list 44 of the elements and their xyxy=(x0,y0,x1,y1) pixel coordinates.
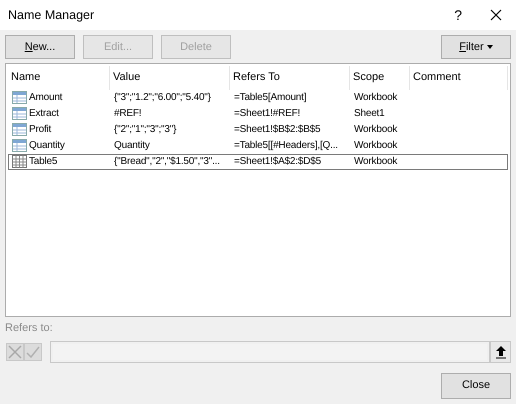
toolbar-button[interactable]: New... xyxy=(5,35,75,59)
name-cell-text: Amount xyxy=(29,91,62,105)
name-cell-text: Table5 xyxy=(29,155,58,169)
value-cell-text: {"2";"1";"3";"3"} xyxy=(113,123,178,137)
range-icon xyxy=(12,139,27,152)
filter-button[interactable]: Filter xyxy=(441,35,511,59)
collapse-button[interactable] xyxy=(490,340,511,362)
refers-to-cell-text: =Sheet1!#REF! xyxy=(233,107,302,121)
value-cell-text: Quantity xyxy=(113,139,151,153)
close-button[interactable]: Close xyxy=(441,372,511,398)
table-row[interactable]: Quantity Quantity =Table5[[#Headers],[Q... Workbook xyxy=(8,138,508,154)
value-cell-text: {"Bread","2","$1.50","3"... xyxy=(113,155,221,169)
help-button[interactable]: ? xyxy=(448,4,468,26)
column-header[interactable]: Name xyxy=(8,66,110,90)
scope-cell-text: Workbook xyxy=(353,139,398,153)
refers-to-cell-text: =Table5[[#Headers],[Q... xyxy=(233,139,339,153)
upload-arrow-icon xyxy=(494,344,506,358)
range-icon xyxy=(12,123,27,136)
refers-to-cell-text: =Sheet1!$A$2:$D$5 xyxy=(233,155,322,169)
scope-cell-text: Workbook xyxy=(353,91,398,105)
value-cell-text: {"3";"1.2";"6.00";"5.40"} xyxy=(113,91,212,105)
name-cell-text: Quantity xyxy=(29,139,65,153)
refers-to-cell-text: =Table5[Amount] xyxy=(233,91,308,105)
caret-icon xyxy=(486,44,493,49)
range-icon xyxy=(12,91,27,104)
table-row[interactable]: Extract #REF! =Sheet1!#REF! Sheet1 xyxy=(8,106,508,122)
scope-cell-text: Sheet1 xyxy=(353,107,386,121)
column-header[interactable]: Value xyxy=(110,66,230,90)
table-row[interactable]: Profit {"2";"1";"3";"3"} =Sheet1!$B$2:$B$5 Workbook xyxy=(8,122,508,138)
scope-cell-text: Workbook xyxy=(353,155,398,169)
name-cell-text: Profit xyxy=(29,123,52,137)
refers-to-cell-text: =Sheet1!$B$2:$B$5 xyxy=(233,123,322,137)
scope-cell-text: Workbook xyxy=(353,123,398,137)
table-icon xyxy=(12,155,27,168)
value-cell-text: #REF! xyxy=(113,107,142,121)
range-icon xyxy=(12,107,27,120)
column-header[interactable]: Comment xyxy=(410,66,508,90)
table-row[interactable]: Amount {"3";"1.2";"6.00";"5.40"} =Table5[Amount] Workbook xyxy=(8,90,508,106)
table-row[interactable]: Table5 {"Bread","2","$1.50","3"... =Sheet1!$A$2:$D$5 Workbook xyxy=(8,154,508,170)
window-title: Name Manager xyxy=(8,6,94,24)
refers-to-label: Refers to: xyxy=(4,321,54,336)
column-header[interactable]: Scope xyxy=(350,66,410,90)
column-header[interactable]: Refers To xyxy=(230,66,350,90)
name-cell-text: Extract xyxy=(29,107,59,121)
